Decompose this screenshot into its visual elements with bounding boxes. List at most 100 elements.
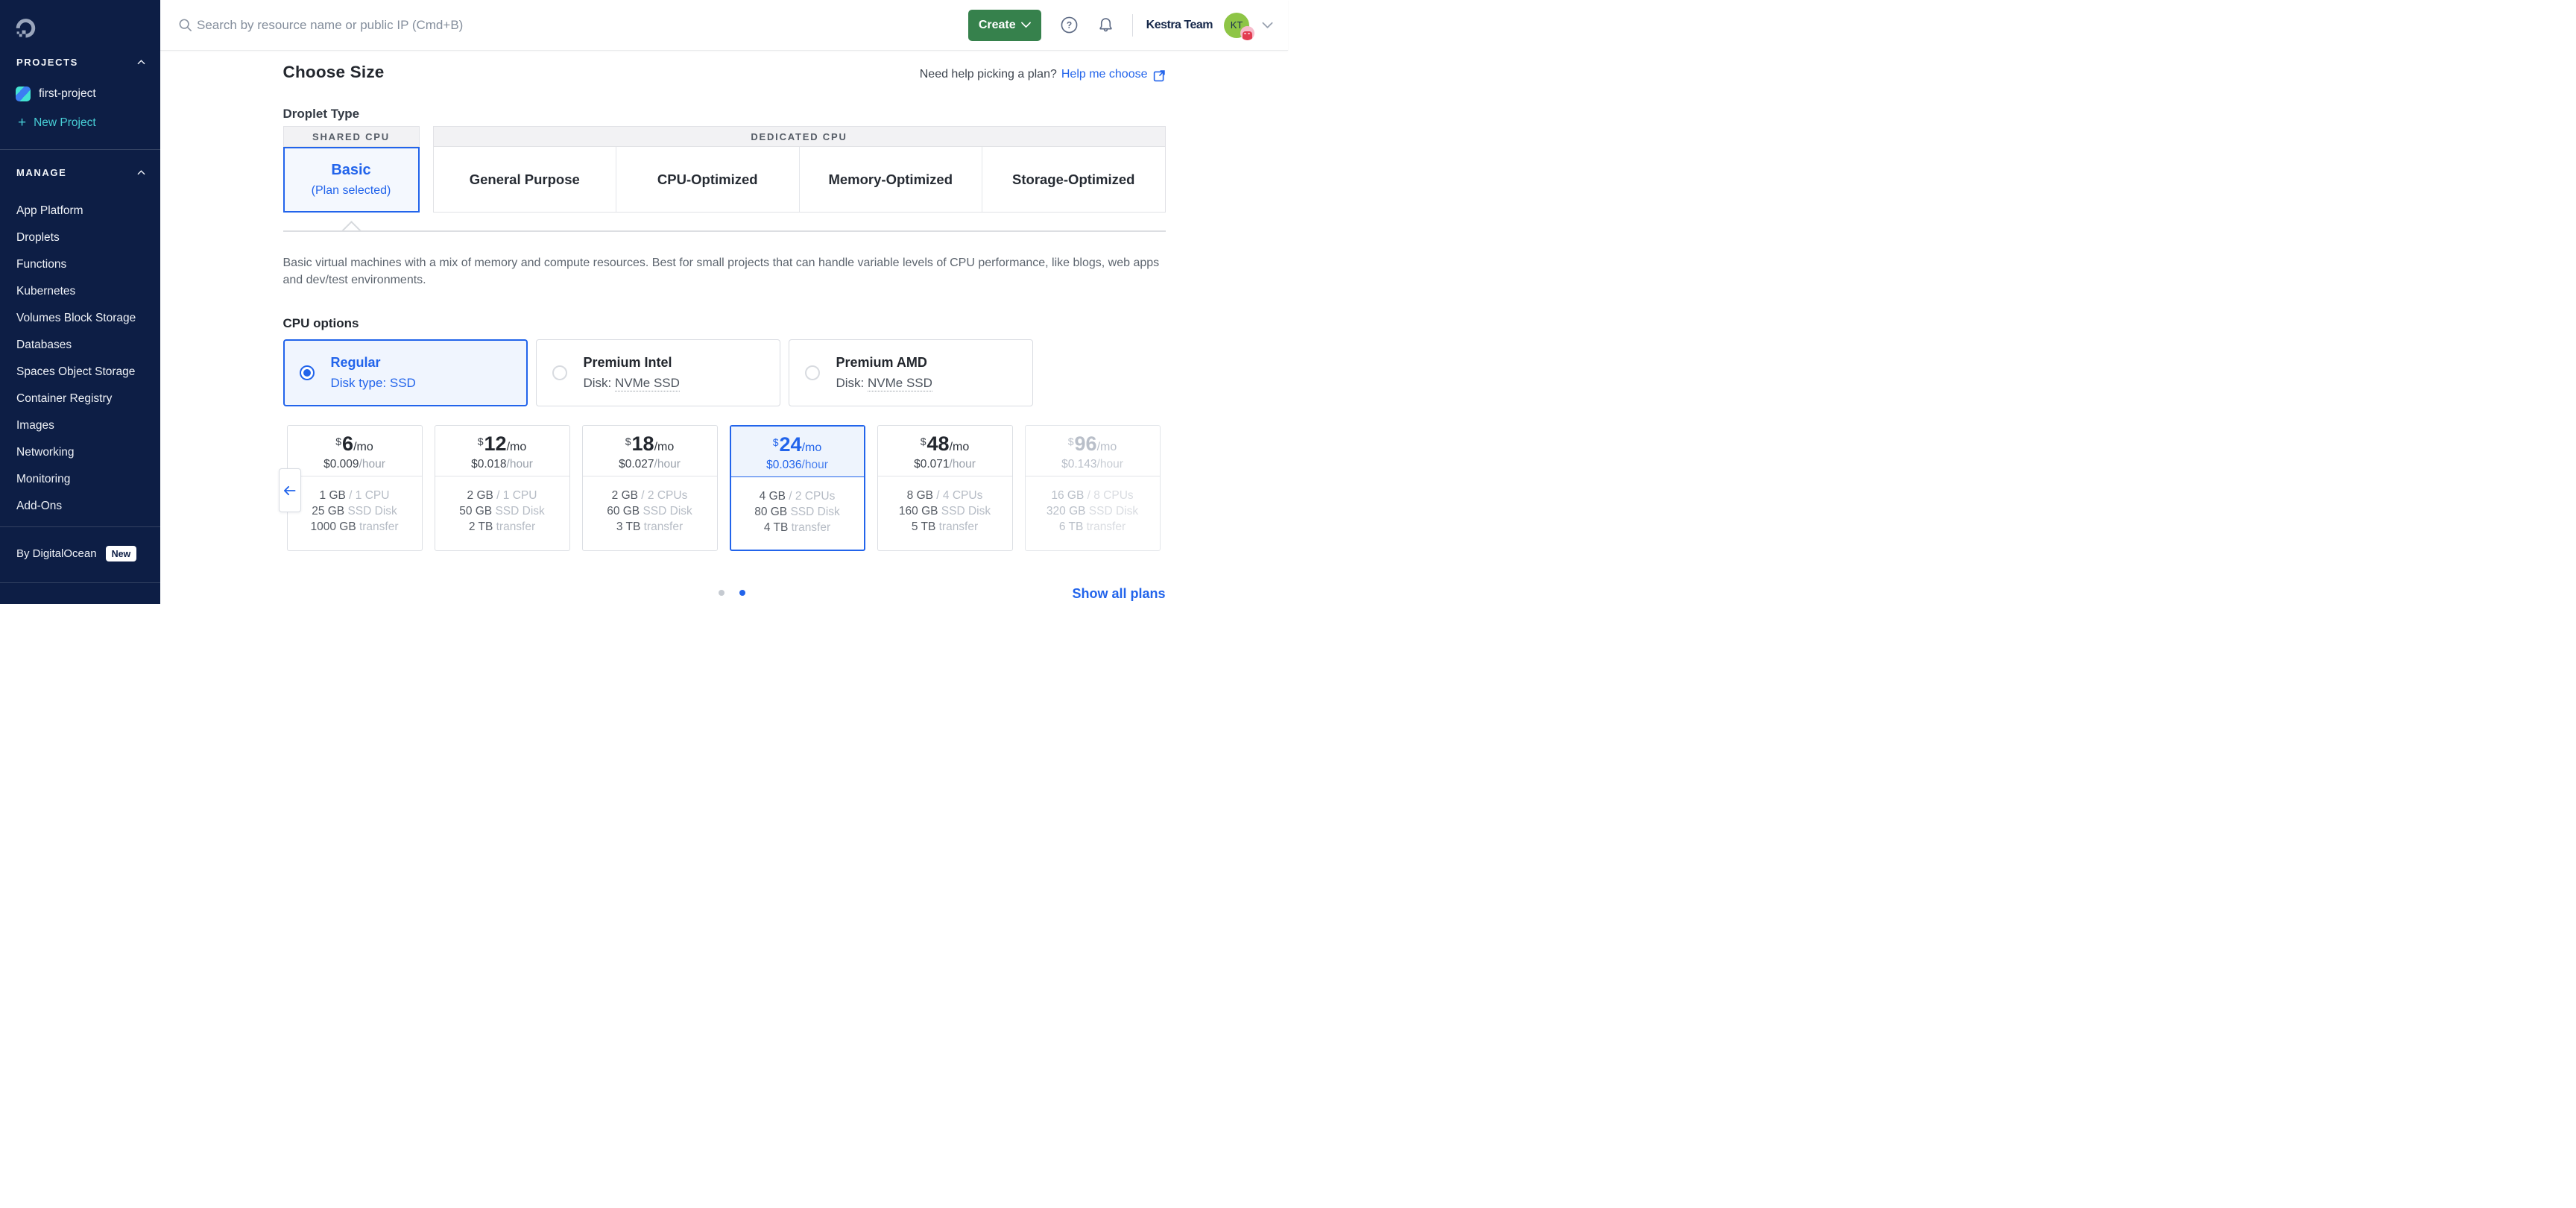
spec-value: 8 GB — [907, 489, 933, 502]
plan-price-section: $48/mo $0.071/hour — [878, 426, 1012, 476]
cpu-option-title: Premium AMD — [836, 355, 932, 371]
plan-specs: 2 GB / 2 CPUs 60 GB SSD Disk 3 TB transf… — [583, 476, 717, 535]
sidebar-item-container-registry[interactable]: Container Registry — [0, 386, 160, 412]
hourly-period: /hour — [507, 458, 533, 471]
team-name-label[interactable]: Kestra Team — [1146, 19, 1213, 32]
plan-card-96mo-disabled[interactable]: $96/mo $0.143/hour 16 GB / 8 CPUs 320 GB… — [1025, 425, 1161, 551]
spec-value: 4 TB — [764, 521, 788, 534]
spec-unit: transfer — [493, 520, 535, 533]
sidebar-item-networking[interactable]: Networking — [0, 439, 160, 466]
sidebar-item-monitoring[interactable]: Monitoring — [0, 466, 160, 493]
sidebar-item-app-platform[interactable]: App Platform — [0, 198, 160, 224]
page-dot-2-active[interactable] — [739, 590, 745, 596]
plan-card-48mo[interactable]: $48/mo $0.071/hour 8 GB / 4 CPUs 160 GB … — [877, 425, 1013, 551]
search-input[interactable] — [197, 18, 644, 33]
spec-unit: transfer — [1083, 520, 1126, 533]
tab-basic[interactable]: Basic (Plan selected) — [283, 147, 420, 213]
sidebar-item-droplets[interactable]: Droplets — [0, 224, 160, 251]
cpu-option-premium-amd[interactable]: Premium AMD Disk: NVMe SSD — [789, 339, 1033, 406]
sidebar-item-kubernetes[interactable]: Kubernetes — [0, 278, 160, 305]
tab-memory-optimized[interactable]: Memory-Optimized — [799, 147, 982, 212]
cpu-option-disk-label: Disk: NVMe SSD — [584, 376, 680, 391]
digitalocean-logo-icon[interactable] — [15, 18, 37, 43]
create-button[interactable]: Create — [968, 10, 1041, 41]
sidebar-item-first-project[interactable]: first-project — [16, 86, 160, 101]
sidebar-nav: App Platform Droplets Functions Kubernet… — [0, 198, 160, 520]
spec-unit: SSD Disk — [492, 505, 545, 518]
plan-price-section: $6/mo $0.009/hour — [288, 426, 422, 476]
page-dot-1[interactable] — [719, 590, 724, 596]
user-avatar[interactable]: KT — [1224, 13, 1249, 38]
shared-cpu-column: SHARED CPU Basic (Plan selected) — [283, 126, 420, 213]
sidebar-item-images[interactable]: Images — [0, 412, 160, 439]
sidebar-item-volumes-block-storage[interactable]: Volumes Block Storage — [0, 305, 160, 332]
plan-card-24mo-selected[interactable]: $24/mo $0.036/hour 4 GB / 2 CPUs 80 GB S… — [730, 425, 865, 551]
spec-transfer: 5 TB transfer — [878, 519, 1012, 535]
hourly-period: /hour — [359, 458, 385, 471]
hourly-period: /hour — [654, 458, 681, 471]
new-project-label: New Project — [34, 116, 96, 130]
spec-unit: SSD Disk — [1085, 505, 1138, 518]
spec-unit: SSD Disk — [787, 506, 840, 518]
manage-section-header[interactable]: MANAGE — [0, 167, 160, 178]
spec-ram-cpu: 16 GB / 8 CPUs — [1026, 488, 1160, 503]
cpu-option-premium-intel[interactable]: Premium Intel Disk: NVMe SSD — [536, 339, 780, 406]
hourly-amount: $0.009 — [323, 458, 359, 471]
plan-specs: 2 GB / 1 CPU 50 GB SSD Disk 2 TB transfe… — [435, 476, 569, 535]
plan-price: $96/mo — [1068, 432, 1117, 456]
price-amount: 48 — [927, 432, 950, 456]
sidebar-item-add-ons[interactable]: Add-Ons — [0, 493, 160, 520]
spec-disk: 80 GB SSD Disk — [731, 504, 864, 520]
tab-general-purpose[interactable]: General Purpose — [434, 147, 616, 212]
sidebar-item-spaces-object-storage[interactable]: Spaces Object Storage — [0, 359, 160, 386]
plan-card-12mo[interactable]: $12/mo $0.018/hour 2 GB / 1 CPU 50 GB SS… — [435, 425, 570, 551]
sidebar-footer[interactable]: By DigitalOcean New — [16, 546, 136, 561]
spec-transfer: 2 TB transfer — [435, 519, 569, 535]
hourly-amount: $0.036 — [766, 459, 801, 471]
spec-value: 2 GB — [612, 489, 638, 502]
chevron-down-icon[interactable] — [1262, 22, 1273, 29]
plan-card-18mo[interactable]: $18/mo $0.027/hour 2 GB / 2 CPUs 60 GB S… — [582, 425, 718, 551]
hourly-amount: $0.143 — [1061, 458, 1096, 471]
spec-value: 5 TB — [912, 520, 935, 533]
plan-card-6mo[interactable]: $6/mo $0.009/hour 1 GB / 1 CPU 25 GB SSD… — [287, 425, 423, 551]
nvme-ssd-tooltip-term: NVMe SSD — [868, 376, 932, 391]
spec-unit: / 2 CPUs — [786, 490, 835, 503]
help-me-choose-link[interactable]: Help me choose — [1061, 68, 1148, 81]
show-all-plans-link[interactable]: Show all plans — [1072, 586, 1165, 602]
price-period: /mo — [1097, 441, 1117, 454]
tab-storage-optimized[interactable]: Storage-Optimized — [982, 147, 1165, 212]
spec-unit: SSD Disk — [938, 505, 991, 518]
projects-section-header[interactable]: PROJECTS — [0, 57, 160, 68]
spec-value: 4 GB — [760, 490, 786, 503]
help-button[interactable]: ? — [1061, 16, 1078, 34]
sidebar-item-functions[interactable]: Functions — [0, 251, 160, 278]
cpu-option-regular[interactable]: Regular Disk type: SSD — [283, 339, 528, 406]
manage-header-label: MANAGE — [16, 167, 66, 178]
notifications-button[interactable] — [1097, 16, 1114, 34]
global-search — [178, 18, 968, 33]
spec-unit: transfer — [935, 520, 978, 533]
cpu-option-disk-label: Disk type: SSD — [331, 376, 416, 391]
carousel-left-button[interactable] — [279, 468, 301, 512]
external-link-icon — [1153, 69, 1166, 82]
disk-prefix: Disk: — [836, 376, 868, 390]
price-period: /mo — [353, 441, 373, 454]
app-window: PROJECTS first-project + New Project MAN… — [0, 0, 1288, 604]
connector-line — [283, 230, 1166, 232]
plan-price: $18/mo — [625, 432, 675, 456]
hourly-price: $0.036/hour — [766, 459, 828, 472]
tab-cpu-optimized[interactable]: CPU-Optimized — [616, 147, 799, 212]
plan-specs: 1 GB / 1 CPU 25 GB SSD Disk 1000 GB tran… — [288, 476, 422, 535]
cpu-options-label: CPU options — [283, 316, 1166, 331]
plan-specs: 4 GB / 2 CPUs 80 GB SSD Disk 4 TB transf… — [731, 477, 864, 535]
dedicated-tab-options: General Purpose CPU-Optimized Memory-Opt… — [433, 147, 1166, 213]
spec-transfer: 3 TB transfer — [583, 519, 717, 535]
project-icon — [16, 86, 31, 101]
arrow-left-icon — [283, 485, 296, 496]
new-project-button[interactable]: + New Project — [16, 116, 160, 130]
spec-disk: 50 GB SSD Disk — [435, 503, 569, 519]
cpu-option-texts: Regular Disk type: SSD — [331, 355, 416, 391]
sidebar-item-databases[interactable]: Databases — [0, 332, 160, 359]
sidebar: PROJECTS first-project + New Project MAN… — [0, 0, 160, 604]
